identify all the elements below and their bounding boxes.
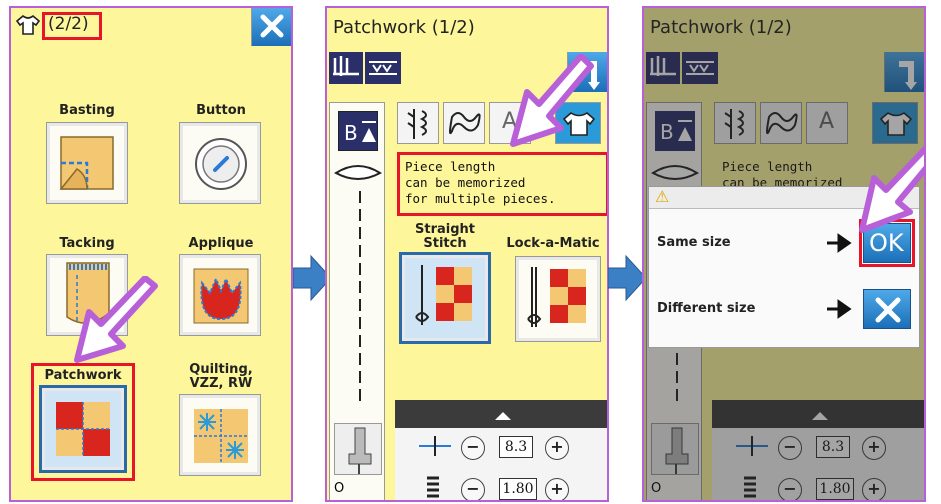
message-line-1: Piece length <box>405 159 496 174</box>
presser-foot-icon <box>334 423 382 475</box>
cancel-button[interactable] <box>863 289 911 329</box>
shirt-icon[interactable] <box>15 14 41 40</box>
mode-column: B O <box>329 102 385 500</box>
panel-patchwork: Patchwork (1/2) B O A Piece length can b… <box>325 6 609 502</box>
message-box: Piece length can be memorized for multip… <box>401 156 605 210</box>
warning-icon: ⚠ <box>655 187 670 206</box>
length-value: 1.80 <box>499 478 537 500</box>
stitch-type-button[interactable] <box>365 52 401 84</box>
button-label: Button <box>196 103 246 118</box>
width-plus-button[interactable]: + <box>545 436 569 460</box>
panel-utility-stitches: (2/2) Basting Button Tacking Applique Pa… <box>9 6 293 502</box>
settings-expand-bar[interactable] <box>395 400 607 428</box>
stitch-length-tab[interactable] <box>397 102 439 144</box>
message-line-3: for multiple pieces. <box>405 191 556 206</box>
quilting-button[interactable] <box>179 394 261 476</box>
close-button[interactable] <box>251 8 291 46</box>
callout-arrow <box>859 146 924 233</box>
different-size-label: Different size <box>657 301 756 316</box>
patchwork-button[interactable] <box>39 385 127 473</box>
callout-arrow <box>510 54 594 147</box>
quilting-label: Quilting, VZZ, RW <box>189 362 253 391</box>
lock-a-matic-button[interactable] <box>515 256 601 342</box>
straight-stitch-label-2: Stitch <box>423 236 467 251</box>
arrow-right-icon <box>827 299 852 319</box>
arrow-right-icon <box>827 233 852 253</box>
quilting-icon <box>194 409 248 463</box>
basting-icon <box>59 136 114 190</box>
page-indicator: (2/2) <box>48 14 89 34</box>
basting-label: Basting <box>59 103 115 118</box>
straight-stitch-label-1: Straight <box>415 222 475 237</box>
button-icon <box>195 138 247 190</box>
message-line-2: can be memorized <box>405 175 526 190</box>
pattern-tab[interactable] <box>443 102 485 144</box>
same-size-label: Same size <box>657 235 731 250</box>
basting-button[interactable] <box>46 122 128 204</box>
panel-patchwork-dialog: Patchwork (1/2) B O A Piece length can b… <box>642 6 926 502</box>
callout-arrow <box>74 276 158 363</box>
stitch-width-icon <box>419 436 451 456</box>
lock-a-matic-label: Lock-a-Matic <box>506 236 600 251</box>
applique-button[interactable] <box>179 254 261 336</box>
applique-label: Applique <box>188 236 254 251</box>
tacking-label: Tacking <box>59 236 115 251</box>
svg-text:B: B <box>344 121 358 145</box>
o-label: O <box>334 481 345 496</box>
applique-icon <box>193 268 249 324</box>
button-stitch-button[interactable] <box>179 122 261 204</box>
length-minus-button[interactable]: − <box>461 478 485 500</box>
width-value: 8.3 <box>499 436 533 458</box>
settings-area: − 8.3 + − 1.80 + <box>395 428 607 500</box>
bobbin-mode-button[interactable]: B <box>338 111 378 151</box>
needle-mode-button[interactable] <box>329 52 363 84</box>
patchwork-icon <box>56 402 110 456</box>
length-plus-button[interactable]: + <box>545 478 569 500</box>
screen-title: Patchwork (1/2) <box>333 17 475 38</box>
stitch-length-icon <box>427 476 439 498</box>
width-minus-button[interactable]: − <box>461 436 485 460</box>
straight-stitch-button[interactable] <box>399 252 491 344</box>
